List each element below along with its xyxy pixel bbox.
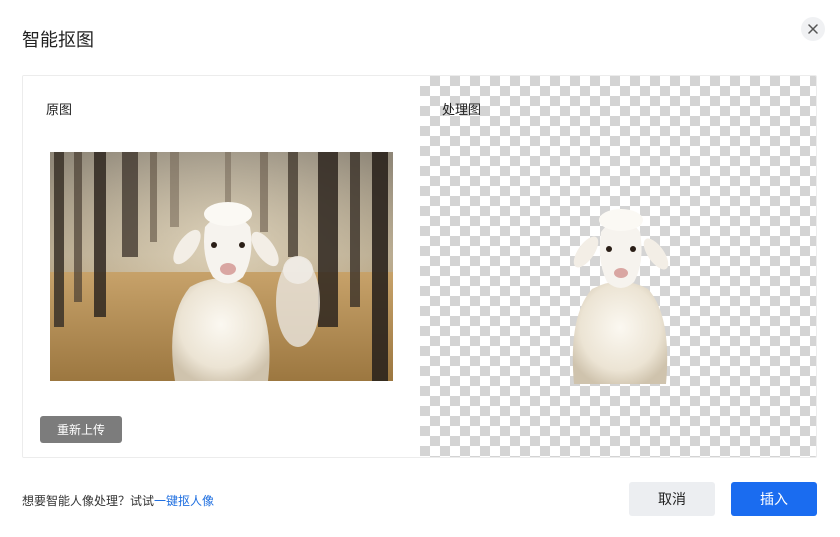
original-image <box>50 152 393 381</box>
processed-panel: 处理图 <box>420 76 816 457</box>
cancel-button[interactable]: 取消 <box>629 482 715 516</box>
original-label: 原图 <box>46 103 73 118</box>
image-compare-panel: 原图 重新上传 处理图 <box>22 75 817 458</box>
footer-hint: 想要智能人像处理？试试一键抠人像 <box>22 492 214 509</box>
original-panel: 原图 重新上传 <box>23 76 420 457</box>
close-icon <box>808 24 818 34</box>
reupload-button[interactable]: 重新上传 <box>40 416 122 443</box>
insert-button[interactable]: 插入 <box>731 482 817 516</box>
close-button[interactable] <box>801 17 825 41</box>
processed-image <box>572 209 669 384</box>
processed-label: 处理图 <box>442 103 482 118</box>
dialog-title: 智能抠图 <box>22 30 94 51</box>
portrait-cutout-link[interactable]: 一键抠人像 <box>154 494 214 508</box>
hint-text: 想要智能人像处理？试试 <box>22 494 155 508</box>
